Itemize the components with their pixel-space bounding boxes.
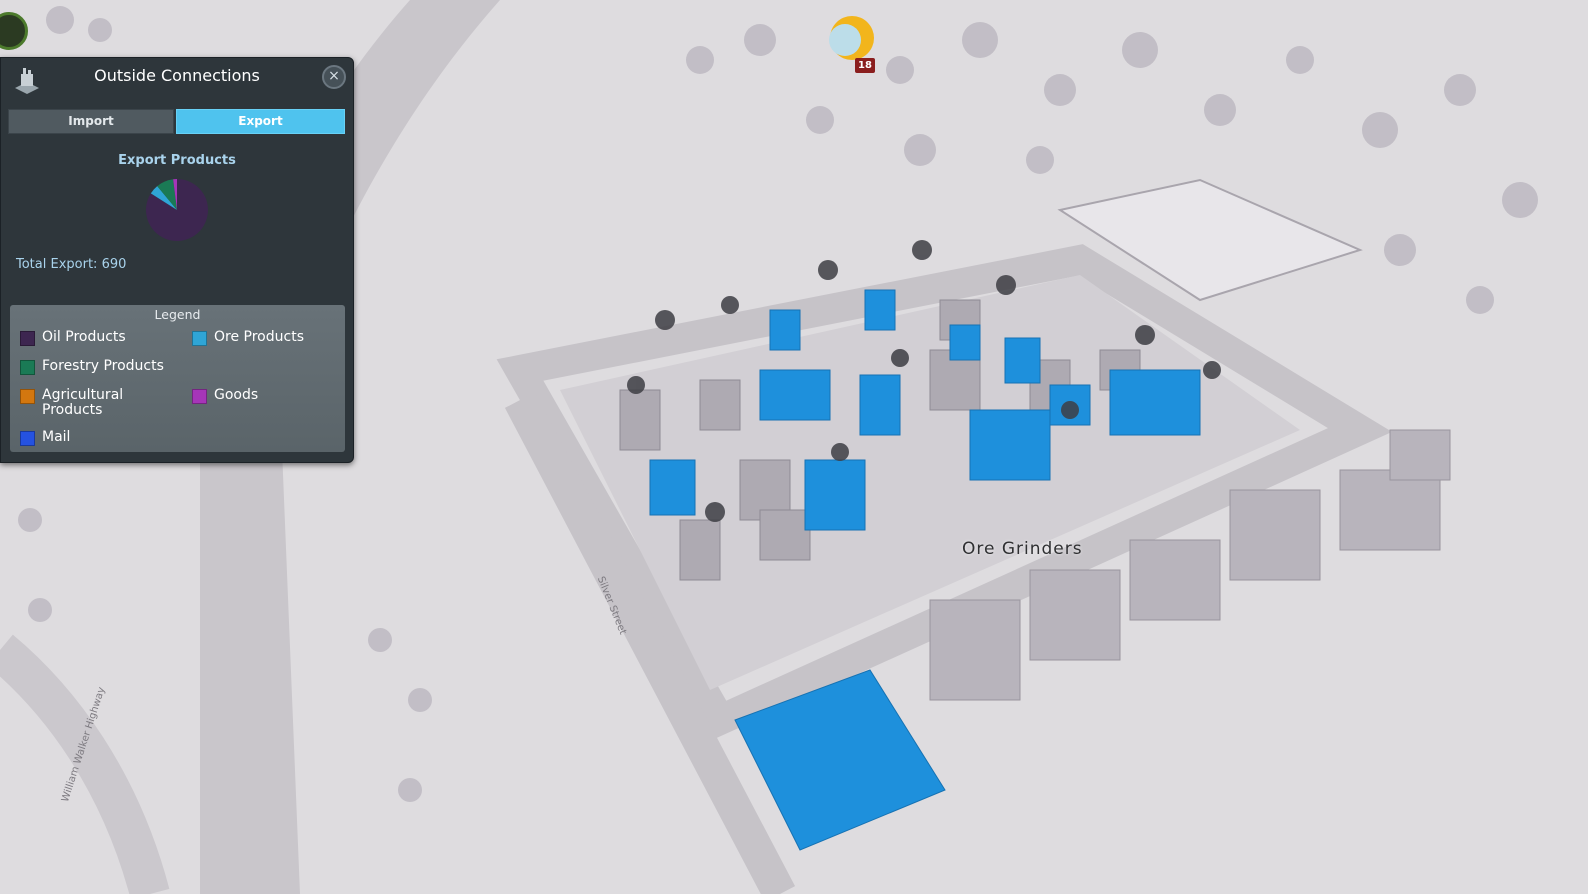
legend-label: Agricultural Products xyxy=(42,387,124,418)
legend-swatch xyxy=(192,389,207,404)
legend-label: Ore Products xyxy=(214,329,304,345)
total-export-label: Total Export: xyxy=(16,257,98,272)
panel-title: Outside Connections xyxy=(94,66,260,85)
export-products-pie-chart xyxy=(146,179,208,241)
tab-export[interactable]: Export xyxy=(176,109,345,134)
legend-swatch xyxy=(20,431,35,446)
district-label[interactable]: Ore Grinders xyxy=(962,539,1083,559)
legend-swatch xyxy=(192,331,207,346)
unit-count-badge: 18 xyxy=(855,58,875,73)
legend: Legend Oil Products Ore Products Forestr… xyxy=(10,305,345,452)
total-export-value: 690 xyxy=(101,257,127,272)
legend-label: Oil Products xyxy=(42,329,126,345)
chart-title: Export Products xyxy=(118,153,236,168)
legend-swatch xyxy=(20,331,35,346)
close-button[interactable]: × xyxy=(322,65,346,89)
legend-label: Forestry Products xyxy=(42,358,164,374)
total-export: Total Export: 690 xyxy=(16,257,126,272)
tab-import[interactable]: Import xyxy=(8,109,174,134)
legend-title: Legend xyxy=(154,307,201,322)
outside-connections-panel: Outside Connections × Import Export Expo… xyxy=(0,57,354,463)
legend-swatch xyxy=(20,360,35,375)
legend-label: Goods xyxy=(214,387,259,403)
close-icon: × xyxy=(328,68,340,84)
legend-swatch xyxy=(20,389,35,404)
legend-label: Mail xyxy=(42,429,71,445)
